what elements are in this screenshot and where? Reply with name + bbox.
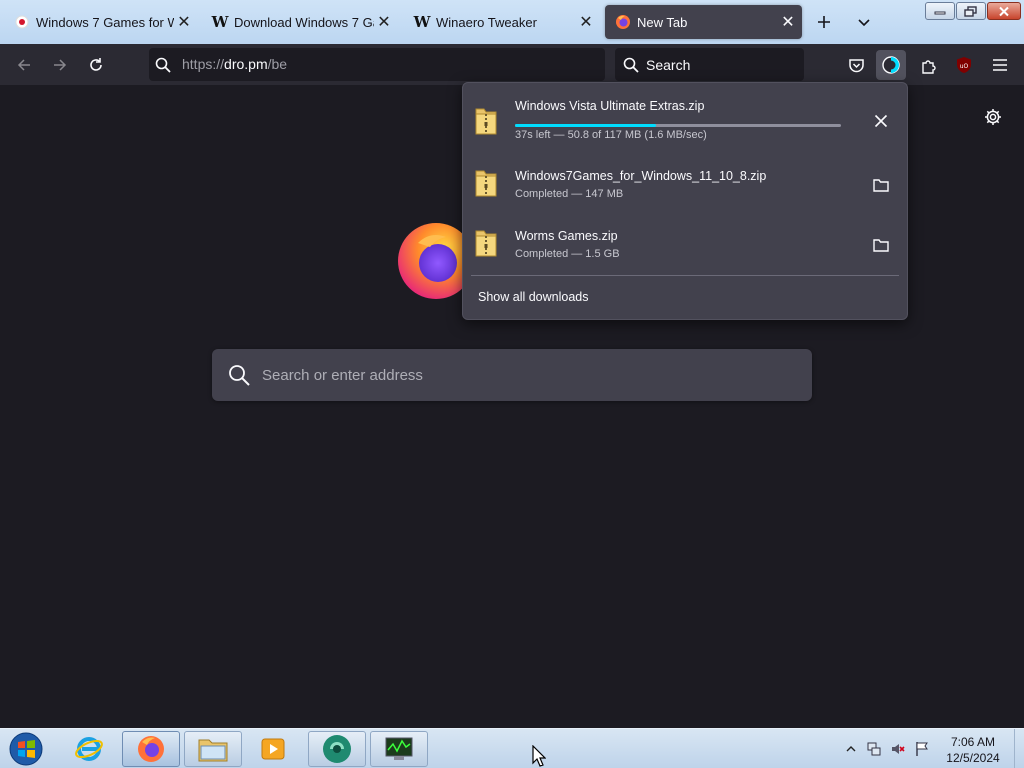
download-progress-fill xyxy=(515,124,657,127)
extensions-button[interactable] xyxy=(913,50,943,80)
pocket-button[interactable] xyxy=(841,50,871,80)
download-item[interactable]: Worms Games.zip Completed — 1.5 GB xyxy=(463,213,907,273)
menu-button[interactable] xyxy=(985,50,1015,80)
internet-explorer-icon[interactable] xyxy=(60,731,118,767)
search-icon xyxy=(228,364,250,386)
action-center-flag-icon[interactable] xyxy=(914,741,930,757)
start-button[interactable] xyxy=(6,730,46,768)
zip-folder-icon xyxy=(474,227,498,259)
reload-button[interactable] xyxy=(81,50,111,80)
download-item[interactable]: Windows7Games_for_Windows_11_10_8.zip Co… xyxy=(463,153,907,213)
back-button[interactable] xyxy=(9,50,39,80)
close-tab-icon[interactable]: ✕ xyxy=(576,12,596,32)
ublock-origin-icon[interactable]: uO xyxy=(949,50,979,80)
window-close-button[interactable] xyxy=(987,2,1021,20)
taskbar: 7:06 AM 12/5/2024 xyxy=(0,728,1024,768)
firefox-icon[interactable] xyxy=(122,731,180,767)
download-progress-bar xyxy=(515,124,841,127)
downloads-button[interactable] xyxy=(876,50,906,80)
show-desktop-button[interactable] xyxy=(1014,729,1024,768)
system-clock[interactable]: 7:06 AM 12/5/2024 xyxy=(938,734,1008,766)
folder-icon[interactable] xyxy=(868,172,894,198)
url-path: /be xyxy=(267,55,288,72)
cancel-icon[interactable] xyxy=(868,108,894,134)
winaero-w-icon: W xyxy=(211,13,229,31)
download-status: Completed — 147 MB xyxy=(515,188,624,200)
network-icon[interactable] xyxy=(866,741,882,757)
tab-label: Download Windows 7 Games xyxy=(234,14,374,30)
task-manager-icon[interactable] xyxy=(370,731,428,767)
download-filename: Worms Games.zip xyxy=(515,229,618,243)
divider xyxy=(471,275,899,276)
navigation-toolbar: https://dro.pm/be Search uO xyxy=(0,44,1024,85)
new-tab-button[interactable] xyxy=(812,10,836,34)
folder-icon[interactable] xyxy=(868,232,894,258)
tab-download-windows7-games[interactable]: W Download Windows 7 Games ✕ xyxy=(202,5,398,39)
download-item[interactable]: Windows Vista Ultimate Extras.zip 37s le… xyxy=(463,89,907,149)
minimize-button[interactable] xyxy=(925,2,955,20)
restore-button[interactable] xyxy=(956,2,986,20)
close-tab-icon[interactable]: ✕ xyxy=(778,12,798,32)
url-text: https://dro.pm/be xyxy=(182,56,287,74)
downloads-panel: Windows Vista Ultimate Extras.zip 37s le… xyxy=(462,82,908,320)
newtab-search-placeholder: Search or enter address xyxy=(262,366,423,384)
volume-muted-icon[interactable] xyxy=(890,741,906,757)
forward-button[interactable] xyxy=(45,50,75,80)
opera-red-icon xyxy=(14,14,30,30)
close-tab-icon[interactable]: ✕ xyxy=(174,12,194,32)
newtab-search-box[interactable]: Search or enter address xyxy=(212,349,812,401)
tab-label: New Tab xyxy=(637,14,688,30)
tab-label: Windows 7 Games for Windows 11 and 10 xyxy=(36,14,174,30)
download-filename: Windows Vista Ultimate Extras.zip xyxy=(515,99,705,113)
show-hidden-icons-icon[interactable] xyxy=(843,741,859,757)
green-app-icon[interactable] xyxy=(308,731,366,767)
file-explorer-icon[interactable] xyxy=(184,731,242,767)
clock-time: 7:06 AM xyxy=(950,735,996,749)
search-icon xyxy=(623,57,639,73)
winaero-w-icon: W xyxy=(413,13,431,31)
tab-label: Winaero Tweaker xyxy=(436,14,537,30)
show-all-downloads-button[interactable]: Show all downloads xyxy=(478,290,589,304)
zip-folder-icon xyxy=(474,167,498,199)
media-player-icon[interactable] xyxy=(244,731,302,767)
url-host: dro.pm xyxy=(224,55,268,72)
list-all-tabs-button[interactable] xyxy=(852,10,876,34)
search-bar[interactable]: Search xyxy=(615,48,804,81)
download-status: 37s left — 50.8 of 117 MB (1.6 MB/sec) xyxy=(515,129,707,141)
tab-new-tab[interactable]: New Tab ✕ xyxy=(605,5,802,39)
firefox-icon xyxy=(615,14,631,30)
zip-folder-icon xyxy=(474,105,498,137)
search-bar-placeholder: Search xyxy=(646,56,691,73)
url-scheme: https:// xyxy=(182,55,225,72)
search-icon xyxy=(155,57,177,73)
tab-winaero-tweaker[interactable]: W Winaero Tweaker ✕ xyxy=(404,5,600,39)
download-filename: Windows7Games_for_Windows_11_10_8.zip xyxy=(515,169,767,183)
tab-windows7-games[interactable]: Windows 7 Games for Windows 11 and 10 ✕ xyxy=(4,5,198,39)
tab-strip: Windows 7 Games for Windows 11 and 10 ✕ … xyxy=(0,0,1024,44)
mouse-cursor-icon xyxy=(532,744,547,768)
gear-icon[interactable] xyxy=(980,104,1006,130)
clock-date: 12/5/2024 xyxy=(946,751,1000,765)
svg-text:uO: uO xyxy=(960,63,969,70)
url-bar[interactable]: https://dro.pm/be xyxy=(149,48,605,81)
download-status: Completed — 1.5 GB xyxy=(515,248,620,260)
close-tab-icon[interactable]: ✕ xyxy=(374,12,394,32)
